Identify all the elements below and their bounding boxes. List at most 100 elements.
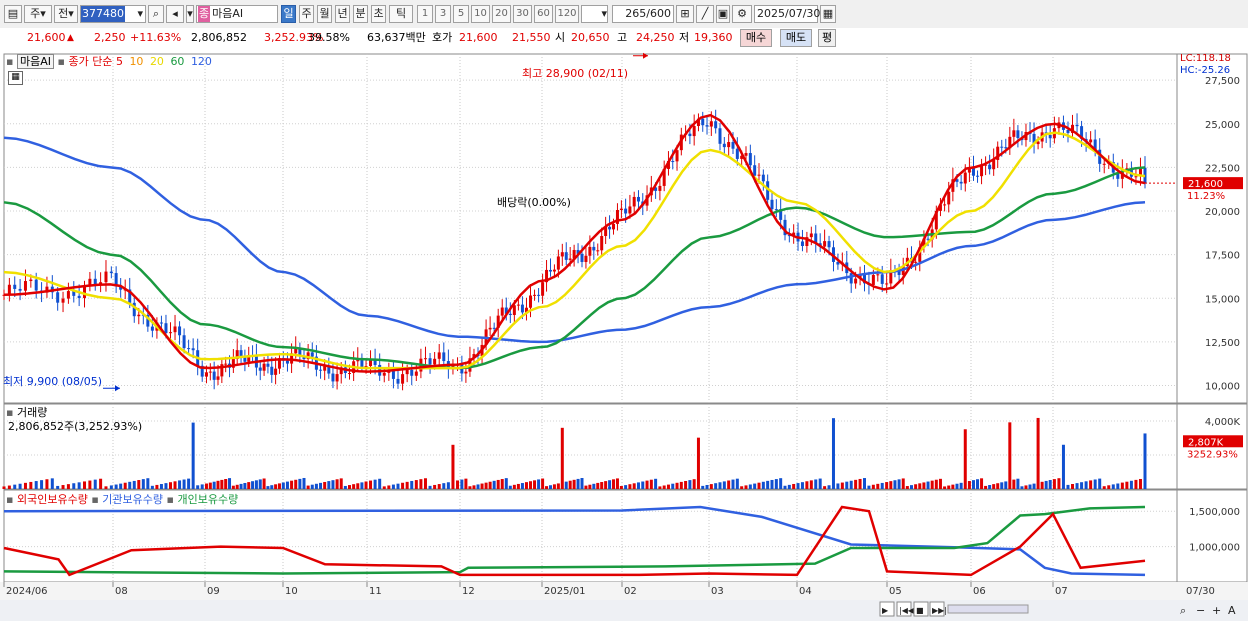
volume-bar xyxy=(114,484,118,489)
scroll-right-icon: ▶ xyxy=(882,606,889,615)
volume-bar xyxy=(520,483,524,489)
volume-bar xyxy=(600,482,604,489)
calendar-icon[interactable]: ▦ xyxy=(820,5,836,23)
gear-icon[interactable]: ⚙ xyxy=(732,5,752,23)
volume-bar xyxy=(410,480,414,489)
volume-bar xyxy=(137,480,141,489)
candle-body xyxy=(405,369,409,375)
chart-canvas[interactable]: 27,500 25,000 22,500 20,000 17,500 15,000 12,5… xyxy=(0,48,1248,621)
interval-1[interactable]: 1 xyxy=(417,5,433,23)
volume-bar xyxy=(247,482,251,489)
search-icon[interactable]: ⌕ xyxy=(148,5,164,23)
interval-20[interactable]: 20 xyxy=(492,5,511,23)
volume-bar xyxy=(955,483,959,489)
volume-bar xyxy=(405,481,409,489)
period-type-label: 주 xyxy=(30,7,41,20)
volume-bar xyxy=(1028,484,1032,489)
candle-body xyxy=(675,150,679,162)
speaker-icon[interactable]: ◂ xyxy=(166,5,184,23)
volume-bar xyxy=(645,480,649,489)
candle-body xyxy=(914,261,918,263)
date-input[interactable]: 2025/07/30 xyxy=(754,5,820,23)
data-count-input[interactable]: 265/600 xyxy=(612,5,674,23)
volume-bar xyxy=(744,485,748,489)
period-tick-tab[interactable]: 틱 xyxy=(389,5,413,23)
volume-bar xyxy=(433,484,437,489)
volume-bar xyxy=(298,478,302,489)
volume-bar xyxy=(302,477,306,489)
candle-body xyxy=(748,153,752,166)
volume-bar xyxy=(849,480,853,489)
volume-bar xyxy=(348,485,351,489)
candle-body xyxy=(331,373,335,382)
period-minute-tab[interactable]: 분 xyxy=(353,5,368,23)
crosshair-icon[interactable]: ⊞ xyxy=(676,5,694,23)
volume-bar xyxy=(1120,482,1124,489)
volume-bar xyxy=(641,481,645,489)
volume-bar xyxy=(926,481,930,489)
period-year-tab[interactable]: 년 xyxy=(335,5,350,23)
candle-body xyxy=(770,199,774,210)
table-icon[interactable]: ▦ xyxy=(8,71,23,85)
volume-bar xyxy=(476,484,480,489)
candle-body xyxy=(600,235,604,251)
legend-stock-name[interactable]: 마음AI xyxy=(16,54,54,69)
market-select[interactable]: 전 ▾ xyxy=(54,5,78,23)
draw-line-icon[interactable]: ╱ xyxy=(696,5,714,23)
chevron-down-icon[interactable]: ▾ xyxy=(186,5,194,23)
interval-10[interactable]: 10 xyxy=(471,5,490,23)
volume-bar xyxy=(783,485,787,489)
y-axis-label: 10,000 xyxy=(1205,382,1240,393)
interval-30[interactable]: 30 xyxy=(513,5,532,23)
volume-bar xyxy=(456,480,460,489)
period-week-tab[interactable]: 주 xyxy=(299,5,314,23)
candle-body xyxy=(500,307,504,316)
volume-bar xyxy=(1071,484,1075,489)
chart-area[interactable]: 27,500 25,000 22,500 20,000 17,500 15,000 12,5… xyxy=(0,48,1248,621)
volume-bar xyxy=(492,480,496,489)
volume-bar xyxy=(608,480,612,489)
data-count-current: 265 xyxy=(625,7,647,20)
save-icon[interactable]: ▣ xyxy=(716,5,730,23)
period-second-tab[interactable]: 초 xyxy=(371,5,386,23)
volume-bar xyxy=(576,478,580,489)
volume-bar xyxy=(128,481,132,489)
candle-body xyxy=(854,278,858,284)
candle-body xyxy=(61,298,65,303)
stock-code-input[interactable]: 377480 ▾ xyxy=(80,5,146,23)
volume-bar xyxy=(770,479,774,489)
volume-bar xyxy=(382,486,386,489)
eval-button[interactable]: 평 xyxy=(818,29,836,47)
volume-bar xyxy=(1080,482,1084,489)
period-month-tab[interactable]: 월 xyxy=(317,5,332,23)
volume-bar xyxy=(83,481,87,489)
volume-bar xyxy=(178,480,182,489)
volume-bar xyxy=(314,483,318,489)
buy-button[interactable]: 매수 xyxy=(740,29,772,47)
volume-bar xyxy=(934,479,938,489)
candle-body xyxy=(619,208,623,211)
candle-body xyxy=(556,256,560,270)
interval-120[interactable]: 120 xyxy=(555,5,579,23)
volume-bar xyxy=(150,485,154,489)
period-day-tab[interactable]: 일 xyxy=(281,5,296,23)
volume-bar xyxy=(1111,484,1115,489)
volume-bar xyxy=(761,481,765,489)
stock-name-field[interactable]: 종 마음AI xyxy=(196,5,278,23)
interval-5[interactable]: 5 xyxy=(453,5,469,23)
volume-bar xyxy=(910,485,913,489)
low-price: 19,360 xyxy=(694,31,733,44)
legend-ma5: 5 xyxy=(115,55,123,68)
period-type-select[interactable]: 주 ▾ xyxy=(24,5,52,23)
interval-60[interactable]: 60 xyxy=(534,5,553,23)
interval-custom-select[interactable]: ▾ xyxy=(581,5,608,23)
candle-body xyxy=(714,121,718,129)
chart-menu-icon[interactable]: ▤ xyxy=(4,5,22,23)
interval-3[interactable]: 3 xyxy=(435,5,451,23)
volume-bar xyxy=(23,482,27,489)
volume-bar xyxy=(29,481,33,489)
sell-button[interactable]: 매도 xyxy=(780,29,812,47)
volume-bar xyxy=(649,479,653,489)
volume-bar xyxy=(592,483,596,489)
candle-body xyxy=(93,278,97,285)
